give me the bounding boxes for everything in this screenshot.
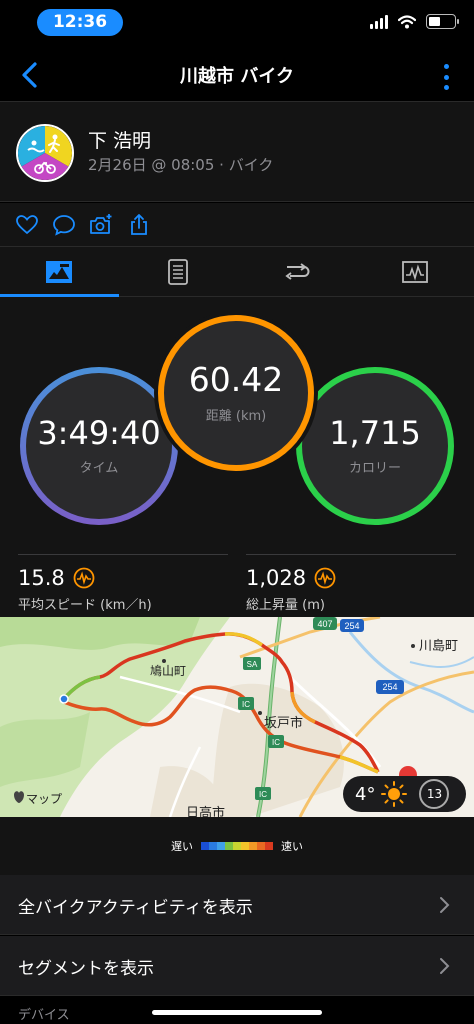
user-name[interactable]: 下 浩明	[88, 126, 151, 153]
legend-swatch	[209, 842, 217, 850]
overview-icon	[46, 260, 73, 283]
calories-value: 1,715	[329, 413, 421, 452]
route-map[interactable]: 407 254 254 SA IC IC IC 川島町 鳩山町 坂戸市 日高市 …	[0, 617, 474, 817]
more-options-icon[interactable]	[442, 64, 450, 90]
legend-swatch	[257, 842, 265, 850]
stats-panel: 3:49:40 タイム 1,715 カロリー 60.42 距離 (km) 15.…	[0, 297, 474, 617]
route-254-label: 254	[344, 621, 359, 631]
details-list-icon	[167, 258, 188, 285]
page-title: 川越市 バイク	[180, 66, 294, 87]
time-value: 3:49:40	[37, 413, 161, 452]
legend-swatch	[233, 842, 241, 850]
status-time[interactable]: 12:36	[37, 9, 123, 36]
avatar[interactable]	[16, 124, 74, 182]
map-label-kawajima: 川島町	[419, 639, 458, 654]
chevron-right-icon	[440, 958, 450, 974]
activity-tabs	[0, 247, 474, 297]
legend-swatch	[249, 842, 257, 850]
laps-icon	[285, 262, 310, 280]
legend-swatch	[201, 842, 209, 850]
legend-fast-label: 速い	[281, 840, 303, 853]
activity-actions	[0, 203, 474, 247]
tab-charts[interactable]	[356, 247, 474, 296]
ic-label: IC	[259, 790, 267, 799]
map-label-hidaka: 日高市	[186, 805, 225, 817]
status-bar: 12:36	[0, 0, 474, 48]
weather-chip[interactable]: 4° 13	[343, 776, 466, 812]
sun-icon	[381, 781, 408, 807]
cellular-signal-icon	[370, 14, 388, 29]
battery-icon	[426, 14, 459, 29]
heart-icon[interactable]	[15, 213, 39, 237]
chart-icon	[401, 260, 428, 283]
triathlon-avatar-icon	[18, 126, 72, 180]
nav-bar: 川越市 バイク	[0, 48, 474, 102]
urban-area	[210, 683, 344, 817]
devices-section-header: デバイス	[18, 1008, 70, 1023]
pace-wave-icon	[73, 567, 95, 589]
activity-header: 下 浩明 2月26日 @ 08:05 · バイク	[0, 102, 474, 202]
legend-swatch	[265, 842, 273, 850]
share-icon[interactable]	[127, 213, 151, 237]
distance-value: 60.42	[188, 360, 284, 400]
legend-swatch	[225, 842, 233, 850]
wind-value: 13	[426, 787, 443, 801]
comment-icon[interactable]	[52, 213, 76, 237]
legend-swatch	[217, 842, 225, 850]
tab-overview[interactable]	[0, 247, 119, 297]
calories-ring: 1,715 カロリー	[296, 367, 454, 525]
divider	[18, 554, 228, 555]
divider	[246, 554, 456, 555]
distance-ring: 60.42 距離 (km)	[158, 315, 314, 471]
map-label-hatoyama: 鳩山町	[150, 664, 186, 678]
pace-wave-icon	[314, 567, 336, 589]
route-254-label: 254	[382, 682, 397, 692]
elevation-stat: 1,028 総上昇量 (m)	[246, 554, 456, 614]
map-attribution: マップ	[26, 792, 62, 806]
wind-badge: 13	[419, 779, 450, 809]
ic-label: IC	[272, 738, 280, 747]
activity-meta: 2月26日 @ 08:05 · バイク	[88, 156, 274, 174]
chevron-right-icon	[440, 897, 450, 913]
avg-speed-stat: 15.8 平均スピード (km／h)	[18, 554, 228, 614]
map-label-sakado: 坂戸市	[264, 715, 303, 731]
speed-gradient	[201, 842, 273, 850]
route-407-label: 407	[317, 619, 332, 629]
home-indicator[interactable]	[152, 1010, 322, 1015]
ic-label: IC	[242, 700, 250, 709]
segments-row[interactable]: セグメントを表示	[0, 936, 474, 996]
avg-speed-label: 平均スピード (km／h)	[18, 598, 152, 613]
tab-details[interactable]	[119, 247, 238, 296]
status-icons	[370, 14, 459, 29]
time-ring: 3:49:40 タイム	[20, 367, 178, 525]
avg-speed-value: 15.8	[18, 566, 65, 590]
elevation-value: 1,028	[246, 566, 307, 590]
segments-label: セグメントを表示	[18, 959, 154, 979]
legend-swatch	[241, 842, 249, 850]
speed-legend: 遅い 速い	[0, 817, 474, 875]
all-bike-activities-label: 全バイクアクティビティを表示	[18, 898, 253, 918]
distance-label: 距離 (km)	[205, 408, 267, 424]
calories-label: カロリー	[348, 461, 401, 477]
start-marker[interactable]	[59, 694, 69, 704]
river	[409, 656, 474, 668]
wifi-icon	[398, 14, 416, 28]
time-label: タイム	[79, 461, 119, 477]
elevation-label: 総上昇量 (m)	[246, 598, 325, 613]
sa-label: SA	[247, 660, 258, 669]
legend-slow-label: 遅い	[171, 840, 193, 853]
tab-laps[interactable]	[237, 247, 356, 296]
all-bike-activities-row[interactable]: 全バイクアクティビティを表示	[0, 875, 474, 935]
temperature: 4°	[355, 783, 376, 805]
add-photo-icon[interactable]	[89, 213, 113, 237]
